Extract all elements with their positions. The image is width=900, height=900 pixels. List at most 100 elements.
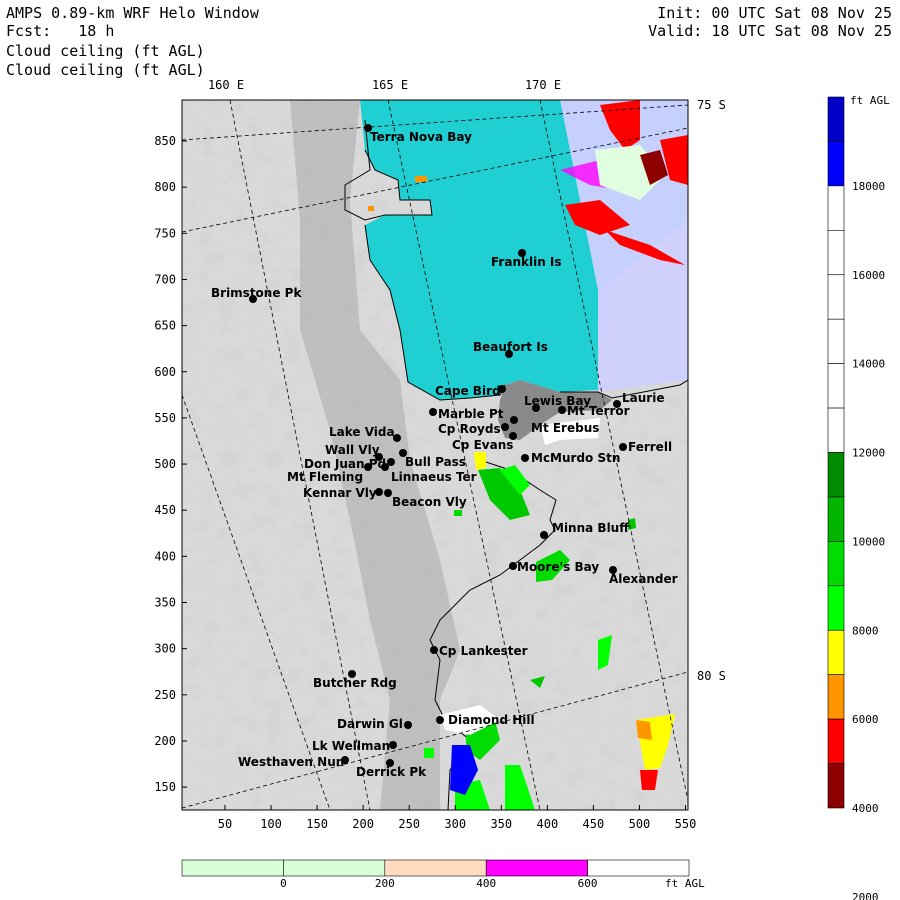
- station-label-franklin-is: Franklin Is: [491, 255, 562, 269]
- y-tick-label: 200: [154, 734, 176, 748]
- station-label-beaufort-is: Beaufort Is: [473, 340, 548, 354]
- station-label-moore-s-bay: Moore's Bay: [517, 560, 599, 574]
- lat-label-75s: 75 S: [697, 98, 726, 112]
- y-tick-label: 550: [154, 411, 176, 425]
- colorbar-right-segment: [827, 407, 845, 453]
- station-label-lake-vida: Lake Vida: [329, 425, 395, 439]
- y-tick-label: 250: [154, 688, 176, 702]
- station-marker-marble-pt: [429, 408, 437, 416]
- colorbar-right-label: 2000: [852, 891, 879, 900]
- station-marker-mt-terror: [558, 406, 566, 414]
- lon-label-165: 165 E: [372, 78, 408, 92]
- colorbar-right-segment: [827, 541, 845, 587]
- colorbar-right-segment: [827, 452, 845, 498]
- y-tick-label: 850: [154, 134, 176, 148]
- y-tick-label: 700: [154, 272, 176, 286]
- station-label-alexander: Alexander: [609, 572, 678, 586]
- colorbar-bottom-segment: [283, 859, 386, 877]
- colorbar-right-segment: [827, 185, 845, 231]
- station-label-westhaven-nun: Westhaven Nun: [238, 755, 344, 769]
- y-tick-label: 150: [154, 780, 176, 794]
- colorbar-right-segment: [827, 230, 845, 276]
- colorbar-right-segment: [827, 496, 845, 542]
- station-marker-diamond-hill: [436, 716, 444, 724]
- station-label-minna-bluff: Minna Bluff: [552, 521, 629, 535]
- lon-label-170: 170 E: [525, 78, 561, 92]
- colorbar-bottom-segment: [587, 859, 690, 877]
- colorbar-right-label: 4000: [852, 802, 879, 815]
- station-label-don-juan-pd: Don Juan Pd: [304, 457, 386, 471]
- station-label-diamond-hill: Diamond Hill: [448, 713, 535, 727]
- station-label-cp-royds: Cp Royds: [438, 422, 501, 436]
- station-label-bull-pass: Bull Pass: [405, 455, 466, 469]
- station-label-ferrell: Ferrell: [628, 440, 672, 454]
- station-marker-cp-lankester: [430, 646, 438, 654]
- station-marker-moore-s-bay: [509, 562, 517, 570]
- station-label-marble-pt: Marble Pt: [438, 407, 504, 421]
- y-tick-label: 400: [154, 549, 176, 563]
- colorbar-right-label: 8000: [852, 624, 879, 637]
- station-label-cape-bird: Cape Bird: [435, 384, 501, 398]
- colorbar-right-segment: [827, 585, 845, 631]
- y-tick-label: 350: [154, 596, 176, 610]
- colorbar-right-label: 10000: [852, 535, 885, 548]
- y-tick-label: 750: [154, 226, 176, 240]
- station-label-cp-lankester: Cp Lankester: [439, 644, 528, 658]
- colorbar-bottom-label: 200: [375, 877, 395, 890]
- colorbar-right-segment: [827, 629, 845, 675]
- colorbar-right-segment: [827, 141, 845, 187]
- station-label-mt-terror: Mt Terror: [567, 404, 630, 418]
- x-tick-label: 250: [398, 817, 420, 831]
- colorbar-bottom-label: 0: [280, 877, 287, 890]
- x-tick-label: 200: [352, 817, 374, 831]
- station-label-kennar-vly: Kennar Vly: [303, 486, 377, 500]
- station-marker-ferrell: [619, 443, 627, 451]
- colorbar-right-segment: [827, 96, 845, 142]
- colorbar-right-label: 16000: [852, 269, 885, 282]
- y-tick-label: 450: [154, 503, 176, 517]
- station-marker-cp-royds: [501, 423, 509, 431]
- station-marker-mt-erebus: [510, 416, 518, 424]
- station-label-laurie: Laurie: [622, 391, 664, 405]
- x-tick-label: 100: [260, 817, 282, 831]
- x-tick-label: 50: [218, 817, 232, 831]
- y-tick-label: 600: [154, 365, 176, 379]
- station-marker-linnaeus-ter: [387, 458, 395, 466]
- colorbar-right-segment: [827, 674, 845, 720]
- x-tick-label: 550: [675, 817, 697, 831]
- yellow-patch: [474, 452, 486, 470]
- station-label-mt-erebus: Mt Erebus: [531, 421, 599, 435]
- colorbar-right-label: 6000: [852, 713, 879, 726]
- x-tick-label: 150: [306, 817, 328, 831]
- orange-patch: [415, 176, 427, 182]
- orange-patch-2: [368, 206, 374, 211]
- y-tick-label: 650: [154, 319, 176, 333]
- station-label-lk-wellman: Lk Wellman: [312, 739, 390, 753]
- colorbar-bottom-segment: [485, 859, 588, 877]
- x-tick-label: 500: [629, 817, 651, 831]
- lon-label-160: 160 E: [208, 78, 244, 92]
- colorbar-right: 18000 16000 14000 12000 10000 8000 6000 4000 200…: [827, 96, 885, 900]
- colorbar-bottom-label: 400: [476, 877, 496, 890]
- colorbar-bottom-unit: ft AGL: [665, 877, 705, 890]
- lat-label-80s: 80 S: [697, 669, 726, 683]
- y-tick-label: 800: [154, 180, 176, 194]
- colorbar-right-label: 18000: [852, 180, 885, 193]
- station-marker-mcmurdo-stn: [521, 454, 529, 462]
- colorbar-bottom: 0 200 400 600: [181, 859, 690, 890]
- colorbar-right-unit: ft AGL: [850, 94, 890, 107]
- station-label-mcmurdo-stn: McMurdo Stn: [531, 451, 620, 465]
- colorbar-bottom-segment: [384, 859, 487, 877]
- colorbar-right-segment: [827, 763, 845, 809]
- colorbar-right-label: 12000: [852, 447, 885, 460]
- station-label-cp-evans: Cp Evans: [452, 438, 513, 452]
- x-tick-label: 300: [444, 817, 466, 831]
- station-label-derrick-pk: Derrick Pk: [356, 765, 427, 779]
- colorbar-right-segment: [827, 274, 845, 320]
- x-tick-label: 400: [537, 817, 559, 831]
- station-marker-lk-wellman: [389, 741, 397, 749]
- station-label-mt-fleming: Mt Fleming: [287, 470, 363, 484]
- colorbar-right-label: 14000: [852, 358, 885, 371]
- station-marker-beacon-vly: [384, 489, 392, 497]
- station-label-butcher-rdg: Butcher Rdg: [313, 676, 397, 690]
